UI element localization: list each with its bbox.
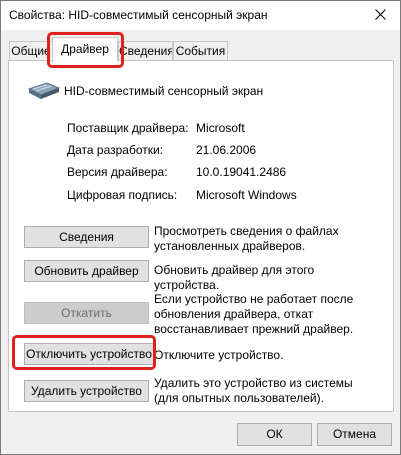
tab-driver-label: Драйвер (61, 42, 109, 56)
update-driver-description: Обновить драйвер для этого устройства. (154, 263, 315, 292)
window-title: Свойства: HID-совместимый сенсорный экра… (9, 8, 268, 22)
tab-details[interactable]: Сведения (118, 41, 173, 60)
tab-general-label: Общие (11, 44, 51, 58)
signature-value: Microsoft Windows (196, 188, 297, 202)
provider-value: Microsoft (196, 121, 245, 135)
driver-details-description: Просмотреть сведения о файлах установлен… (154, 224, 339, 253)
update-driver-button[interactable]: Обновить драйвер (24, 260, 149, 282)
close-icon (375, 9, 386, 20)
title-bar: Свойства: HID-совместимый сенсорный экра… (0, 0, 401, 30)
cancel-button[interactable]: Отмена (317, 423, 392, 446)
tab-events[interactable]: События (173, 41, 228, 60)
rollback-driver-button[interactable]: Откатить (24, 302, 149, 324)
signature-label: Цифровая подпись: (67, 188, 178, 202)
date-value: 21.06.2006 (196, 143, 257, 157)
close-button[interactable] (361, 0, 401, 30)
date-label: Дата разработки: (67, 143, 164, 157)
ok-button[interactable]: ОК (237, 423, 312, 446)
version-value: 10.0.19041.2486 (196, 165, 287, 179)
tab-events-label: События (175, 44, 226, 58)
provider-label: Поставщик драйвера: (67, 121, 189, 135)
tab-general[interactable]: Общие (9, 41, 53, 60)
tab-driver[interactable]: Драйвер (52, 37, 118, 62)
disable-device-description: Отключите устройство. (154, 348, 284, 362)
driver-details-button[interactable]: Сведения (24, 226, 149, 248)
properties-dialog: Свойства: HID-совместимый сенсорный экра… (0, 0, 401, 455)
uninstall-device-description: Удалить это устройство из системы (для о… (154, 376, 353, 405)
driver-tab-panel: HID-совместимый сенсорный экран Поставщи… (8, 60, 394, 412)
touch-screen-device-icon (27, 82, 61, 99)
rollback-driver-description: Если устройство не работает после обновл… (154, 292, 354, 336)
tab-details-label: Сведения (119, 44, 173, 58)
disable-device-button[interactable]: Отключить устройство (24, 343, 154, 365)
version-label: Версия драйвера: (67, 165, 168, 179)
uninstall-device-button[interactable]: Удалить устройство (24, 380, 149, 402)
device-name: HID-совместимый сенсорный экран (64, 84, 264, 98)
